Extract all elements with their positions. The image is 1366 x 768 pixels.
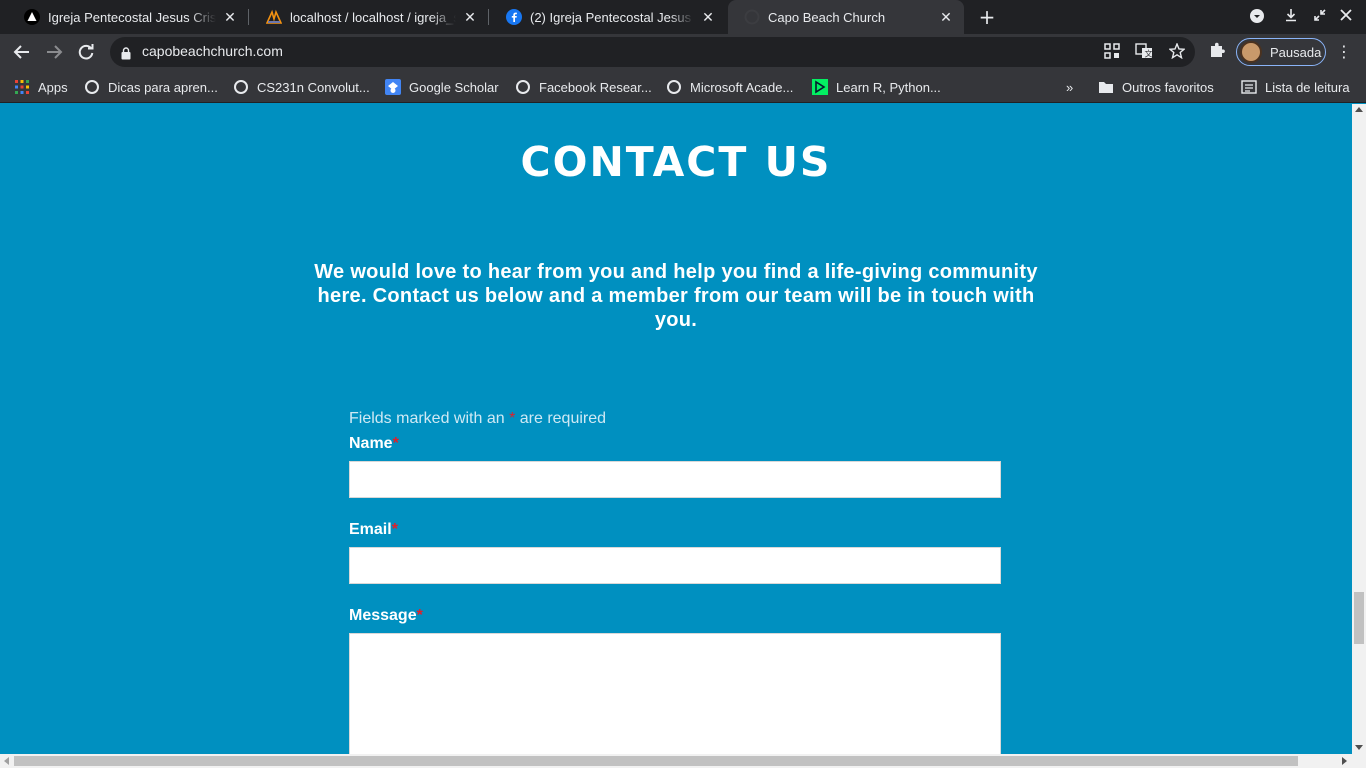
bookmark-label: Google Scholar	[409, 79, 499, 95]
note-prefix: Fields marked with an	[349, 410, 510, 427]
close-tab-icon[interactable]: ✕	[462, 9, 478, 26]
tab-separator	[488, 9, 489, 25]
bookmark-label: Microsoft Acade...	[690, 79, 794, 95]
email-label-text: Email	[349, 521, 392, 538]
facebook-icon	[506, 9, 522, 25]
translate-icon[interactable]: 文	[1135, 43, 1153, 61]
url-text: capobeachchurch.com	[142, 43, 283, 59]
globe-icon	[515, 79, 531, 95]
required-asterisk: *	[391, 521, 398, 538]
required-asterisk: *	[392, 435, 399, 452]
phpmyadmin-icon	[266, 9, 282, 25]
email-input[interactable]	[350, 548, 1000, 583]
scroll-up-arrow-icon[interactable]	[1355, 107, 1363, 112]
reload-icon[interactable]	[74, 40, 98, 64]
horizontal-scroll-thumb[interactable]	[14, 756, 1298, 766]
browser-toolbar: capobeachchurch.com 文 Pausada ⋮	[0, 34, 1366, 70]
scroll-down-arrow-icon[interactable]	[1355, 745, 1363, 750]
reading-list-icon	[1241, 79, 1257, 95]
scroll-right-arrow-icon[interactable]	[1342, 757, 1347, 765]
bookmark-cs231n[interactable]: CS231n Convolut...	[233, 77, 370, 97]
name-label-text: Name	[349, 435, 393, 452]
bookmark-label: Lista de leitura	[1265, 79, 1350, 95]
bookmark-label: Dicas para apren...	[108, 79, 218, 95]
tab-search-icon[interactable]	[1248, 8, 1266, 26]
horizontal-scrollbar[interactable]	[0, 754, 1366, 768]
profile-button[interactable]: Pausada	[1236, 38, 1326, 66]
page-viewport: CONTACT US We would love to hear from yo…	[0, 104, 1352, 754]
tab-title: localhost / localhost / igreja_s	[290, 9, 456, 25]
globe-icon	[84, 79, 100, 95]
reading-list-button[interactable]: Lista de leitura	[1241, 77, 1350, 97]
google-scholar-icon	[385, 79, 401, 95]
triangle-logo-icon	[24, 9, 40, 25]
close-window-icon[interactable]	[1337, 8, 1355, 26]
globe-icon	[233, 79, 249, 95]
tab-igreja-pentecostal[interactable]: Igreja Pentecostal Jesus Cristo ✕	[8, 0, 248, 34]
tab-title: (2) Igreja Pentecostal Jesus Na	[530, 9, 694, 25]
loading-icon	[744, 9, 760, 25]
address-bar[interactable]: capobeachchurch.com 文	[110, 37, 1195, 67]
tab-facebook[interactable]: (2) Igreja Pentecostal Jesus Na ✕	[490, 0, 726, 34]
required-fields-note: Fields marked with an * are required	[349, 410, 606, 428]
bookmark-label: Facebook Resear...	[539, 79, 652, 95]
bookmark-label: CS231n Convolut...	[257, 79, 370, 95]
message-label: Message*	[349, 607, 423, 625]
vertical-scroll-thumb[interactable]	[1354, 592, 1364, 644]
datacamp-icon	[812, 79, 828, 95]
intro-text: We would love to hear from you and help …	[314, 261, 1038, 331]
message-textarea[interactable]	[350, 634, 1000, 754]
bookmark-star-icon[interactable]	[1168, 42, 1186, 61]
bookmark-folder-other[interactable]: Outros favoritos	[1098, 77, 1214, 97]
qr-code-icon[interactable]	[1103, 43, 1121, 61]
close-tab-icon[interactable]: ✕	[938, 9, 954, 26]
extensions-puzzle-icon[interactable]	[1207, 41, 1227, 61]
bookmark-google-scholar[interactable]: Google Scholar	[385, 77, 499, 97]
bookmark-facebook-research[interactable]: Facebook Resear...	[515, 77, 652, 97]
restore-icon[interactable]	[1311, 8, 1329, 26]
bookmark-apps[interactable]: Apps	[14, 77, 68, 97]
tab-title: Capo Beach Church	[768, 9, 886, 25]
new-tab-icon[interactable]: +	[975, 5, 999, 29]
tab-title: Igreja Pentecostal Jesus Cristo	[48, 9, 216, 25]
avatar	[1240, 41, 1262, 63]
minimize-icon[interactable]	[1282, 8, 1300, 26]
folder-icon	[1098, 79, 1114, 95]
more-bookmarks-icon[interactable]: »	[1066, 77, 1073, 97]
name-input[interactable]	[350, 462, 1000, 497]
page-title: CONTACT US	[520, 138, 832, 186]
profile-status-label: Pausada	[1270, 44, 1322, 60]
globe-icon	[666, 79, 682, 95]
required-asterisk: *	[416, 607, 423, 624]
name-label: Name*	[349, 435, 399, 453]
message-field-wrapper	[349, 633, 1001, 754]
note-suffix: are required	[515, 410, 607, 427]
back-icon[interactable]	[10, 40, 34, 64]
bookmarks-bar: Apps Dicas para apren... CS231n Convolut…	[0, 70, 1366, 103]
bookmark-dicas[interactable]: Dicas para apren...	[84, 77, 218, 97]
bookmark-microsoft-academic[interactable]: Microsoft Acade...	[666, 77, 793, 97]
close-tab-icon[interactable]: ✕	[222, 9, 238, 26]
bookmark-learn-r-python[interactable]: Learn R, Python...	[812, 77, 941, 97]
email-label: Email*	[349, 521, 398, 539]
browser-tab-strip: Igreja Pentecostal Jesus Cristo ✕ localh…	[0, 0, 1366, 34]
svg-text:文: 文	[1145, 49, 1153, 59]
lock-icon	[121, 45, 131, 64]
bookmark-label: Outros favoritos	[1122, 79, 1214, 95]
message-label-text: Message	[349, 607, 417, 624]
apps-grid-icon	[14, 79, 30, 95]
email-field-wrapper	[349, 547, 1001, 584]
forward-icon[interactable]	[42, 40, 66, 64]
close-tab-icon[interactable]: ✕	[700, 9, 716, 26]
tab-capo-beach-church[interactable]: Capo Beach Church ✕	[728, 0, 964, 34]
tab-separator	[248, 9, 249, 25]
browser-menu-icon[interactable]: ⋮	[1336, 40, 1352, 64]
bookmark-label: Apps	[38, 79, 68, 95]
tab-localhost[interactable]: localhost / localhost / igreja_s ✕	[250, 0, 488, 34]
vertical-scrollbar[interactable]	[1352, 104, 1366, 754]
bookmark-label: Learn R, Python...	[836, 79, 941, 95]
scroll-left-arrow-icon[interactable]	[4, 757, 9, 765]
name-field-wrapper	[349, 461, 1001, 498]
